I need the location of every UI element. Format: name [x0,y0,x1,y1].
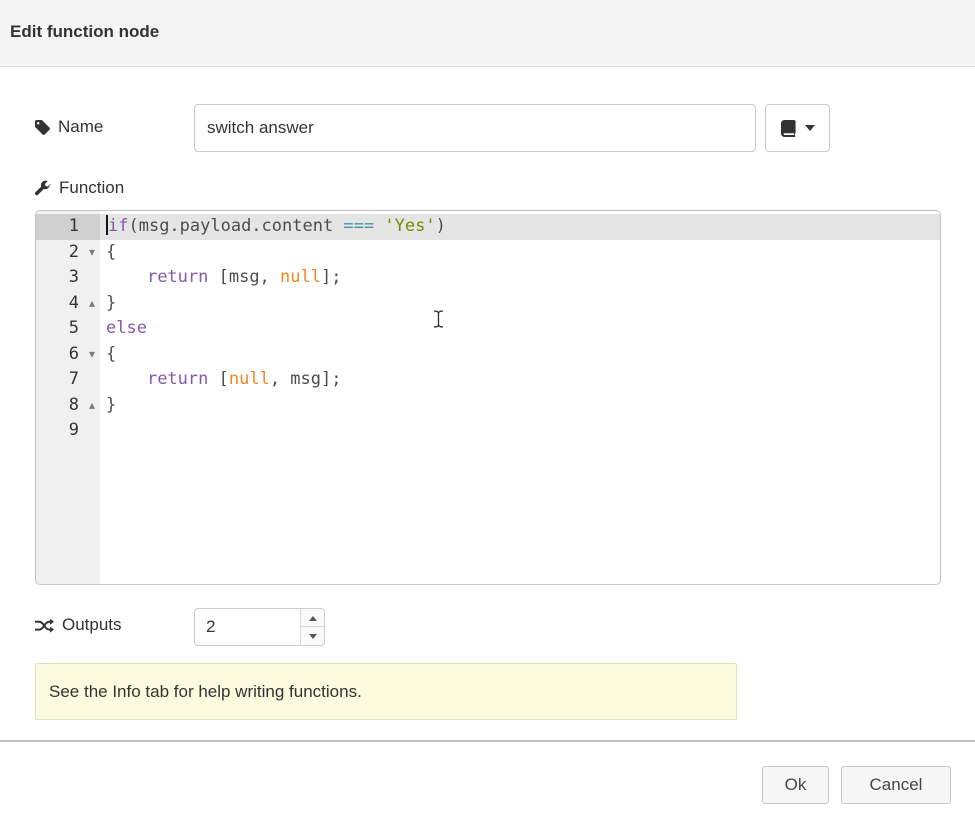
gutter-line-2: 2▾ [36,240,100,266]
gutter-line-9: 9 [36,418,100,444]
cancel-button[interactable]: Cancel [841,766,951,804]
tag-icon [35,120,50,135]
info-tip: See the Info tab for help writing functi… [35,663,737,720]
dialog-title: Edit function node [10,22,159,42]
function-label-text: Function [59,178,124,198]
name-label: Name [35,117,103,137]
edit-function-node-dialog: Edit function node Name Function 12▾ [0,0,975,824]
code-line-6[interactable]: { [100,342,940,368]
wrench-icon [35,180,51,196]
ok-button[interactable]: Ok [762,766,829,804]
gutter-line-1: 1 [36,214,100,240]
gutter-line-4: 4▴ [36,291,100,317]
code-line-3[interactable]: return [msg, null]; [100,265,940,291]
gutter-line-6: 6▾ [36,342,100,368]
fold-widget-icon[interactable]: ▾ [89,240,95,266]
shuffle-icon [35,618,54,633]
fold-widget-icon[interactable]: ▾ [89,342,95,368]
code-line-4[interactable]: } [100,291,940,317]
code-line-1[interactable]: if(msg.payload.content === 'Yes') [100,214,940,240]
code-line-7[interactable]: return [null, msg]; [100,367,940,393]
gutter-line-5: 5 [36,316,100,342]
book-icon [781,120,797,137]
code-line-2[interactable]: { [100,240,940,266]
editor-type-button[interactable] [765,104,830,152]
gutter-line-8: 8▴ [36,393,100,419]
code-line-5[interactable]: else [100,316,940,342]
outputs-spinner[interactable] [194,608,325,646]
gutter-line-3: 3 [36,265,100,291]
info-tip-text: See the Info tab for help writing functi… [49,682,362,702]
name-input[interactable] [194,104,756,152]
code-line-8[interactable]: } [100,393,940,419]
gutter-line-7: 7 [36,367,100,393]
spinner-up-icon [309,616,317,621]
dialog-footer: Ok Cancel [0,740,975,824]
fold-widget-icon[interactable]: ▴ [89,291,95,317]
code-line-9[interactable] [100,418,940,444]
dialog-header: Edit function node [0,0,975,67]
outputs-label: Outputs [35,615,122,635]
name-label-text: Name [58,117,103,137]
spinner-down-button[interactable] [300,626,324,645]
function-label: Function [35,178,124,198]
outputs-label-text: Outputs [62,615,122,635]
code-editor-gutter: 12▾34▴56▾78▴9 [36,211,100,584]
caret-down-icon [805,125,815,131]
function-code-editor[interactable]: 12▾34▴56▾78▴9 if(msg.payload.content ===… [35,210,941,585]
code-editor-lines: if(msg.payload.content === 'Yes'){ retur… [100,211,940,584]
spinner-down-icon [309,634,317,639]
fold-widget-icon[interactable]: ▴ [89,393,95,419]
mouse-text-cursor [433,310,444,328]
